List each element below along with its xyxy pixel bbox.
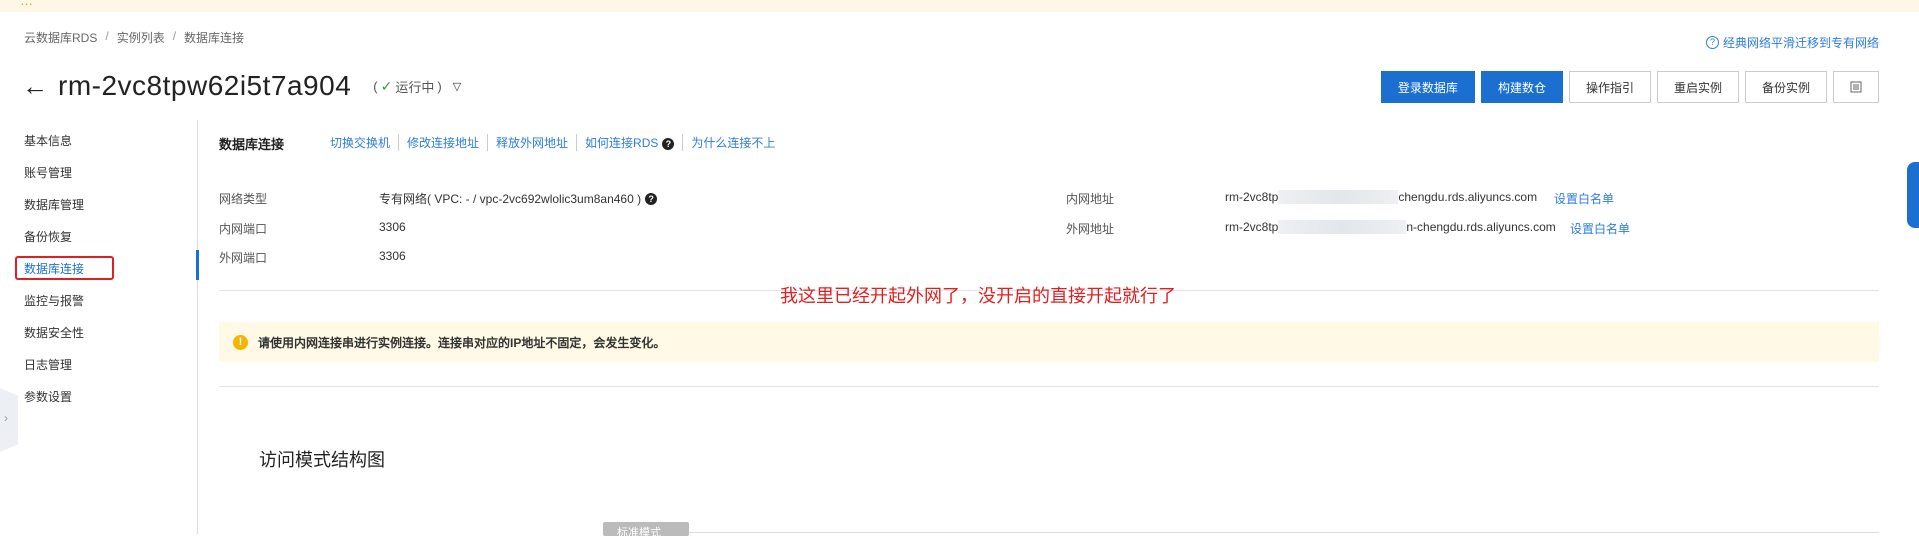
sidebar-item-security[interactable]: 数据安全性 — [24, 324, 84, 341]
standard-mode-label: 标准模式 — [617, 527, 661, 539]
help-icon[interactable]: ? — [662, 138, 675, 150]
header-actions: 登录数据库 构建数仓 操作指引 重启实例 备份实例 — [1380, 71, 1879, 103]
internet-whitelist-link[interactable]: 设置白名单 — [1570, 220, 1630, 237]
intranet-address-value: rm-2vc8tp chengdu.rds.aliyuncs.com — [1225, 190, 1537, 204]
login-db-button[interactable]: 登录数据库 — [1380, 71, 1475, 103]
internet-address-label: 外网地址 — [1066, 222, 1115, 236]
internet-port-label: 外网端口 — [219, 251, 268, 265]
breadcrumb-current: 数据库连接 — [184, 31, 245, 45]
notice-bar: ! 请使用内网连接串进行实例连接。连接串对应的IP地址不固定，会发生变化。 — [219, 322, 1879, 362]
internet-address-value: rm-2vc8tp n-chengdu.rds.aliyuncs.com — [1225, 220, 1556, 234]
section-title: 数据库连接 — [219, 137, 285, 152]
sidebar: 基本信息 账号管理 数据库管理 备份恢复 数据库连接 监控与报警 数据安全性 日… — [0, 120, 198, 534]
notice-text: 请使用内网连接串进行实例连接。连接串对应的IP地址不固定，会发生变化。 — [258, 335, 666, 350]
more-menu-button[interactable] — [1833, 71, 1879, 103]
internet-port-value: 3306 — [379, 249, 406, 263]
active-indicator — [196, 250, 199, 280]
breadcrumb-instances[interactable]: 实例列表 — [117, 29, 165, 46]
back-arrow-icon[interactable]: ← — [22, 73, 48, 99]
network-type-label: 网络类型 — [219, 192, 268, 206]
restart-button[interactable]: 重启实例 — [1656, 71, 1739, 103]
help-icon[interactable]: ? — [645, 192, 658, 205]
guide-button[interactable]: 操作指引 — [1568, 71, 1651, 103]
modify-address-link[interactable]: 修改连接地址 — [398, 134, 487, 151]
top-banner: … — [0, 0, 1919, 12]
intranet-whitelist-link[interactable]: 设置白名单 — [1554, 190, 1614, 207]
backup-button[interactable]: 备份实例 — [1744, 71, 1827, 103]
intranet-address-label: 内网地址 — [1066, 192, 1115, 206]
annotation-text: 我这里已经开起外网了，没开启的直接开起就行了 — [780, 286, 1176, 306]
sidebar-toggle[interactable]: › — [0, 388, 18, 452]
how-to-connect-label: 如何连接RDS — [585, 136, 659, 150]
migrate-vpc-label: 经典网络平滑迁移到专有网络 — [1722, 36, 1879, 50]
release-public-address-link[interactable]: 释放外网地址 — [487, 134, 576, 151]
right-panel-tab[interactable] — [1907, 162, 1919, 228]
why-cant-connect-link[interactable]: 为什么连接不上 — [682, 134, 783, 151]
sidebar-item-basic-info[interactable]: 基本信息 — [24, 132, 72, 149]
build-warehouse-button[interactable]: 构建数仓 — [1480, 71, 1563, 103]
how-to-connect-link[interactable]: 如何连接RDS? — [576, 134, 682, 151]
chevron-down-icon[interactable]: ▽ — [453, 80, 461, 93]
help-icon: ? — [1705, 36, 1719, 49]
divider — [219, 386, 1879, 387]
sidebar-item-databases[interactable]: 数据库管理 — [24, 196, 84, 213]
sidebar-item-accounts[interactable]: 账号管理 — [24, 164, 72, 181]
breadcrumb: 云数据库RDS / 实例列表 / 数据库连接 — [24, 29, 244, 46]
breadcrumb-separator: / — [172, 29, 177, 43]
switch-vswitch-link[interactable]: 切换交换机 — [330, 134, 398, 151]
intranet-address-prefix: rm-2vc8tp — [1225, 190, 1279, 204]
highlight-box — [15, 256, 114, 280]
redacted-block — [1278, 190, 1399, 204]
sidebar-item-logs[interactable]: 日志管理 — [24, 356, 72, 373]
status-text: 运行中 — [395, 79, 435, 95]
architecture-title: 访问模式结构图 — [259, 450, 385, 470]
page-header: ← rm-2vc8tpw62i5t7a904 (✓ 运行中) ▽ — [22, 70, 461, 102]
check-icon: ✓ — [380, 77, 393, 94]
sidebar-item-monitoring[interactable]: 监控与报警 — [24, 292, 84, 309]
intranet-port-value: 3306 — [379, 220, 406, 234]
network-type-value: 专有网络( VPC: - / vpc-2vc692wlolic3um8an460… — [379, 190, 658, 207]
chevron-right-icon: › — [4, 411, 8, 425]
migrate-vpc-link[interactable]: ? 经典网络平滑迁移到专有网络 — [1705, 34, 1879, 51]
instance-id: rm-2vc8tpw62i5t7a904 — [58, 70, 352, 101]
redacted-block — [1278, 220, 1407, 234]
banner-text: … — [20, 0, 33, 8]
list-icon — [1850, 81, 1862, 93]
warning-icon: ! — [233, 334, 248, 350]
sidebar-item-params[interactable]: 参数设置 — [24, 388, 72, 405]
breadcrumb-separator: / — [105, 29, 109, 43]
divider — [689, 532, 1879, 533]
internet-address-prefix: rm-2vc8tp — [1225, 220, 1279, 234]
breadcrumb-rds[interactable]: 云数据库RDS — [24, 29, 97, 46]
intranet-port-label: 内网端口 — [219, 222, 268, 236]
instance-status[interactable]: (✓ 运行中) ▽ — [373, 77, 461, 96]
internet-address-suffix: n-chengdu.rds.aliyuncs.com — [1406, 220, 1556, 234]
section-links: 切换交换机 修改连接地址 释放外网地址 如何连接RDS? 为什么连接不上 — [330, 134, 783, 151]
sidebar-item-backup[interactable]: 备份恢复 — [24, 228, 72, 245]
intranet-address-suffix: chengdu.rds.aliyuncs.com — [1398, 190, 1538, 204]
network-type-text: 专有网络( VPC: - / vpc-2vc692wlolic3um8an460… — [379, 192, 642, 206]
